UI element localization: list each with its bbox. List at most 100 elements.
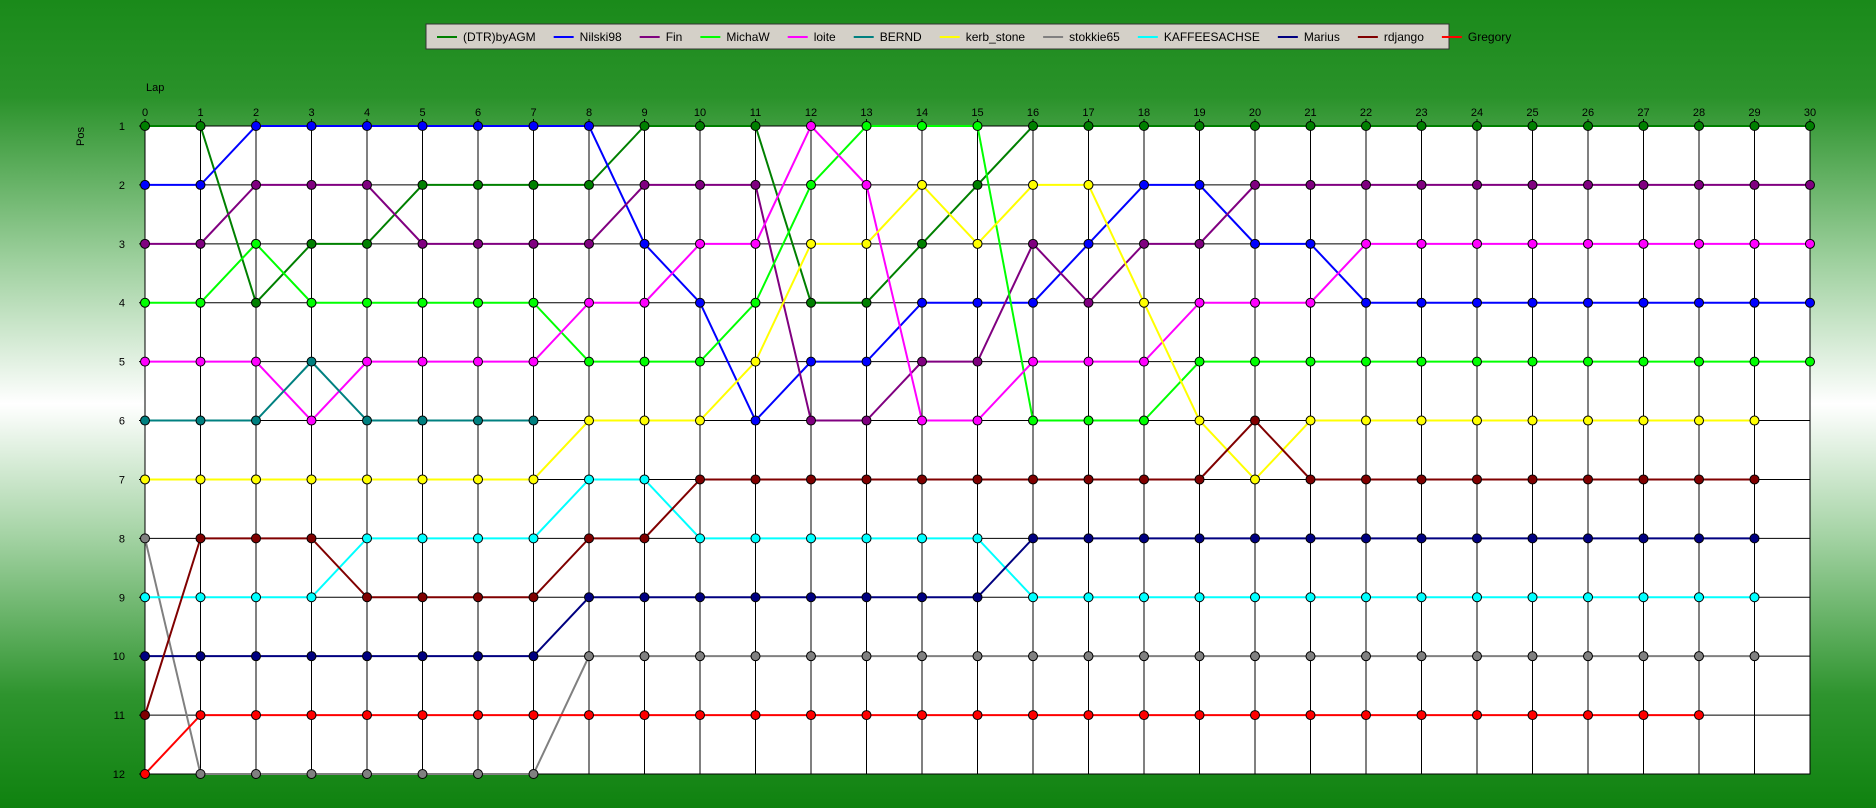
data-point-kaffeesachse <box>584 474 594 485</box>
data-point-nilski98 <box>972 297 983 308</box>
data-point-dtr-byagm <box>473 179 483 190</box>
data-point-kerb-stone <box>251 474 261 485</box>
data-point-kaffeesachse <box>306 592 317 603</box>
data-point-rdjango <box>584 533 594 544</box>
legend-label-marius: Marius <box>1304 30 1340 44</box>
data-point-nilski98 <box>1694 297 1704 308</box>
data-point-rdjango <box>417 592 428 603</box>
data-point-michaw <box>1250 356 1260 367</box>
data-point-loite <box>306 415 317 426</box>
data-point-stokkie65 <box>1361 651 1371 662</box>
legend-label-rdjango: rdjango <box>1384 30 1424 44</box>
data-point-loite <box>750 238 761 249</box>
data-point-fin <box>1583 179 1593 190</box>
data-point-nilski98 <box>1194 179 1205 190</box>
data-point-nilski98 <box>1805 297 1815 308</box>
data-point-bernd <box>306 356 317 367</box>
y-tick-label: 10 <box>113 651 125 663</box>
data-point-dtr-byagm <box>917 238 927 249</box>
x-tick-label: 1 <box>197 107 203 119</box>
y-tick-label: 7 <box>119 474 125 486</box>
data-point-nilski98 <box>1028 297 1038 308</box>
data-point-dtr-byagm <box>251 297 261 308</box>
data-point-rdjango <box>306 533 317 544</box>
data-point-kerb-stone <box>1583 415 1593 426</box>
legend-label-loite: loite <box>814 30 836 44</box>
x-tick-label: 30 <box>1804 107 1816 119</box>
data-point-dtr-byagm <box>695 121 705 131</box>
data-point-dtr-byagm <box>140 121 150 131</box>
data-point-gregory <box>1194 710 1205 721</box>
data-point-rdjango <box>972 474 983 485</box>
data-point-kerb-stone <box>1028 179 1038 190</box>
data-point-michaw <box>917 121 927 131</box>
data-point-kerb-stone <box>750 356 761 367</box>
data-point-kaffeesachse <box>362 533 372 544</box>
data-point-rdjango <box>1416 474 1427 485</box>
data-point-kerb-stone <box>806 238 816 249</box>
data-point-stokkie65 <box>1694 651 1704 662</box>
data-point-fin <box>1139 238 1149 249</box>
data-point-stokkie65 <box>473 769 483 779</box>
data-point-rdjango <box>917 474 927 485</box>
data-point-michaw <box>1194 356 1205 367</box>
legend-label-dtr-byagm: (DTR)byAGM <box>463 30 536 44</box>
data-point-kaffeesachse <box>195 592 206 603</box>
data-point-stokkie65 <box>1749 651 1760 662</box>
x-tick-label: 4 <box>364 107 370 119</box>
data-point-kaffeesachse <box>528 533 539 544</box>
data-point-dtr-byagm <box>1583 121 1593 131</box>
x-tick-label: 20 <box>1249 107 1261 119</box>
data-point-stokkie65 <box>1083 651 1094 662</box>
data-point-marius <box>1638 533 1649 544</box>
data-point-kaffeesachse <box>1472 592 1482 603</box>
data-point-kerb-stone <box>1305 415 1316 426</box>
data-point-loite <box>695 238 705 249</box>
data-point-kerb-stone <box>1749 415 1760 426</box>
data-point-loite <box>1139 356 1149 367</box>
legend-label-stokkie65: stokkie65 <box>1069 30 1120 44</box>
data-point-loite <box>473 356 483 367</box>
data-point-michaw <box>584 356 594 367</box>
y-tick-label: 3 <box>119 239 125 251</box>
data-point-fin <box>1749 179 1760 190</box>
data-point-marius <box>1028 533 1038 544</box>
data-point-fin <box>1472 179 1482 190</box>
data-point-stokkie65 <box>639 651 650 662</box>
data-point-stokkie65 <box>1139 651 1149 662</box>
data-point-kerb-stone <box>917 179 927 190</box>
data-point-michaw <box>695 356 705 367</box>
data-point-kaffeesachse <box>1527 592 1538 603</box>
legend-label-michaw: MichaW <box>726 30 770 44</box>
data-point-marius <box>639 592 650 603</box>
data-point-gregory <box>750 710 761 721</box>
y-tick-label: 9 <box>119 592 125 604</box>
y-tick-label: 11 <box>114 710 125 722</box>
data-point-kaffeesachse <box>1028 592 1038 603</box>
x-tick-label: 28 <box>1693 107 1705 119</box>
data-point-michaw <box>1416 356 1427 367</box>
data-point-nilski98 <box>584 121 594 131</box>
data-point-kaffeesachse <box>140 592 150 603</box>
data-point-dtr-byagm <box>1083 121 1094 131</box>
data-point-marius <box>1305 533 1316 544</box>
data-point-rdjango <box>1583 474 1593 485</box>
data-point-rdjango <box>140 710 150 721</box>
x-tick-label: 15 <box>971 107 983 119</box>
data-point-fin <box>1638 179 1649 190</box>
data-point-bernd <box>528 415 539 426</box>
data-point-kaffeesachse <box>917 533 927 544</box>
data-point-nilski98 <box>1527 297 1538 308</box>
x-tick-label: 24 <box>1471 107 1483 119</box>
data-point-dtr-byagm <box>1416 121 1427 131</box>
data-point-dtr-byagm <box>1805 121 1815 131</box>
data-point-fin <box>1361 179 1371 190</box>
x-tick-label: 16 <box>1027 107 1039 119</box>
data-point-rdjango <box>1527 474 1538 485</box>
data-point-rdjango <box>1194 474 1205 485</box>
data-point-rdjango <box>861 474 872 485</box>
data-point-marius <box>806 592 816 603</box>
data-point-kaffeesachse <box>251 592 261 603</box>
data-point-stokkie65 <box>1305 651 1316 662</box>
data-point-stokkie65 <box>251 769 261 779</box>
